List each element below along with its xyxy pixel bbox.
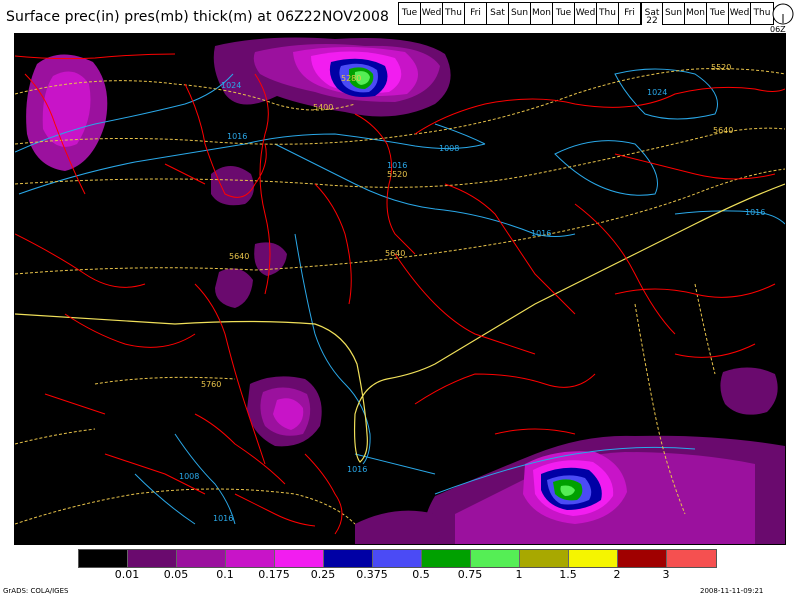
precipitation-layer bbox=[26, 37, 785, 544]
thickness-label-5280: 5280 bbox=[341, 74, 361, 83]
day-thu-2[interactable]: Thu bbox=[597, 3, 619, 24]
thickness-label-5520-a: 5520 bbox=[387, 170, 407, 179]
colorbar-label-0: 0.01 bbox=[114, 568, 140, 581]
footer-timestamp: 2008-11-11-09:21 bbox=[700, 587, 764, 595]
colorbar-swatch-1 bbox=[128, 550, 177, 567]
day-wed-3[interactable]: Wed bbox=[729, 3, 751, 24]
day-sat-active[interactable]: Sat 22 bbox=[641, 3, 663, 26]
day-mon-1[interactable]: Mon bbox=[531, 3, 553, 24]
colorbar-label-11: 3 bbox=[662, 568, 670, 581]
colorbar-labels: 0.01 0.05 0.1 0.175 0.25 0.375 0.5 0.75 … bbox=[78, 568, 721, 581]
day-fri-2[interactable]: Fri bbox=[619, 3, 641, 24]
thickness-label-5760: 5760 bbox=[201, 380, 221, 389]
day-tue-3[interactable]: Tue bbox=[707, 3, 729, 24]
colorbar-swatch-12 bbox=[667, 550, 716, 567]
isobar-label-1016-d: 1016 bbox=[745, 208, 765, 217]
isobar-label-1016-f: 1016 bbox=[213, 514, 233, 523]
isobar-label-1016-b: 1016 bbox=[387, 161, 407, 170]
isobar-label-1016-a: 1016 bbox=[227, 132, 247, 141]
colorbar-swatch-3 bbox=[226, 550, 275, 567]
thickness-label-5520-b: 5520 bbox=[711, 63, 731, 72]
isobar-label-1016-e: 1016 bbox=[347, 465, 367, 474]
colorbar-label-5: 0.375 bbox=[356, 568, 388, 581]
isobar-label-1024-b: 1024 bbox=[647, 88, 667, 97]
day-wed-2[interactable]: Wed bbox=[575, 3, 597, 24]
map-title: Surface prec(in) pres(mb) thick(m) at 06… bbox=[6, 9, 389, 25]
colorbar-swatch-2 bbox=[177, 550, 226, 567]
isobar-label-1024-a: 1024 bbox=[221, 81, 241, 90]
thickness-label-5400: 5400 bbox=[313, 103, 333, 112]
day-sun-1[interactable]: Sun bbox=[509, 3, 531, 24]
thickness-label-5640-c: 5640 bbox=[229, 252, 249, 261]
colorbar-label-4: 0.25 bbox=[310, 568, 336, 581]
day-sun-2[interactable]: Sun bbox=[663, 3, 685, 24]
colorbar-swatch-4 bbox=[275, 550, 324, 567]
isobar-label-1008-a: 1008 bbox=[439, 144, 459, 153]
day-tue-2[interactable]: Tue bbox=[553, 3, 575, 24]
colorbar-label-10: 2 bbox=[613, 568, 621, 581]
day-fri-1[interactable]: Fri bbox=[465, 3, 487, 24]
thickness-label-5640-a: 5640 bbox=[713, 126, 733, 135]
day-wed-1[interactable]: Wed bbox=[421, 3, 443, 24]
day-sat-1[interactable]: Sat bbox=[487, 3, 509, 24]
colorbar-label-8: 1 bbox=[515, 568, 523, 581]
colorbar-swatch-6 bbox=[373, 550, 422, 567]
thickness-label-5640-b: 5640 bbox=[385, 249, 405, 258]
colorbar-label-1: 0.05 bbox=[163, 568, 189, 581]
footer-credit: GrADS: COLA/IGES bbox=[3, 587, 69, 595]
isobar-label-1016-c: 1016 bbox=[531, 229, 551, 238]
day-tue-1[interactable]: Tue bbox=[399, 3, 421, 24]
colorbar-label-7: 0.75 bbox=[457, 568, 483, 581]
thickness-main-layer bbox=[15, 183, 785, 463]
day-selector[interactable]: Tue Wed Thu Fri Sat Sun Mon Tue Wed Thu … bbox=[398, 2, 774, 26]
colorbar-label-6: 0.5 bbox=[412, 568, 430, 581]
colorbar-swatch-10 bbox=[569, 550, 618, 567]
colorbar-label-9: 1.5 bbox=[559, 568, 577, 581]
active-date: 22 bbox=[642, 16, 662, 26]
colorbar-swatch-5 bbox=[324, 550, 373, 567]
weather-map[interactable]: 5280 5400 5520 5520 5640 5640 5640 5760 … bbox=[14, 33, 786, 545]
colorbar-swatch-9 bbox=[520, 550, 569, 567]
colorbar-swatch-7 bbox=[422, 550, 471, 567]
colorbar-swatch-11 bbox=[618, 550, 667, 567]
day-mon-2[interactable]: Mon bbox=[685, 3, 707, 24]
colorbar-label-2: 0.1 bbox=[216, 568, 234, 581]
colorbar-swatch-8 bbox=[471, 550, 520, 567]
precip-colorbar bbox=[78, 549, 717, 568]
day-thu-1[interactable]: Thu bbox=[443, 3, 465, 24]
colorbar-label-3: 0.175 bbox=[258, 568, 290, 581]
isobar-label-1008-b: 1008 bbox=[179, 472, 199, 481]
colorbar-swatch-0 bbox=[79, 550, 128, 567]
